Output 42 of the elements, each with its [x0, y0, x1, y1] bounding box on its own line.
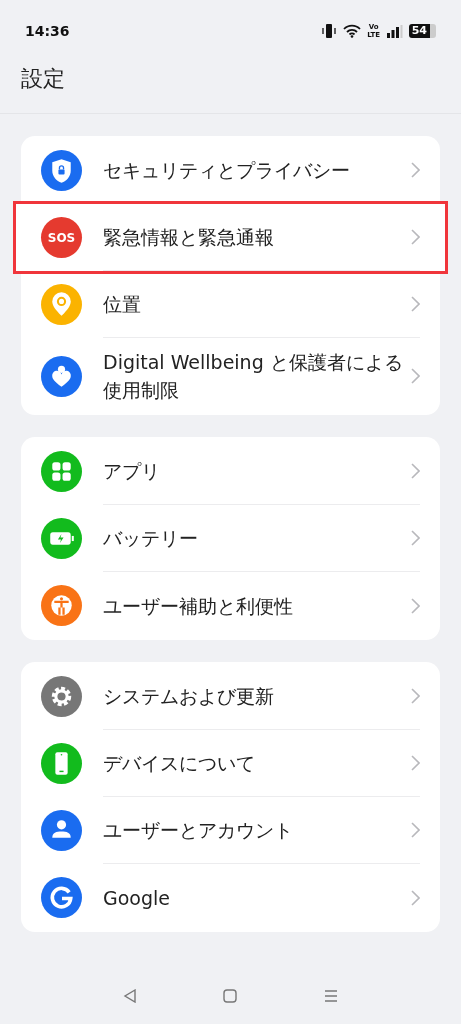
item-label: 位置	[103, 292, 142, 317]
chevron-icon	[411, 755, 420, 771]
item-label: デバイスについて	[103, 751, 256, 776]
settings-item[interactable]: システムおよび更新	[21, 663, 440, 730]
chevron-icon	[411, 368, 420, 384]
settings-item[interactable]: デバイスについて	[21, 730, 440, 797]
chevron-icon	[411, 597, 420, 614]
item-label: ユーザー補助と利便性	[103, 593, 294, 619]
chevron-icon	[411, 889, 420, 906]
chevron-icon	[411, 296, 420, 312]
chevron-icon	[411, 822, 420, 838]
item-label: Google	[103, 885, 171, 911]
item-label: バッテリー	[103, 526, 199, 551]
settings-item[interactable]: Digital Wellbeing と保護者による使用制限	[21, 338, 440, 414]
signal-icon	[386, 24, 403, 38]
item-label: システムおよび更新	[103, 684, 275, 709]
settings-item[interactable]: SOS 緊急情報と緊急通報	[16, 204, 445, 271]
chevron-icon	[411, 530, 420, 546]
status-time: 14:36	[25, 21, 70, 41]
menu-icon[interactable]	[323, 989, 338, 1003]
page-title: 設定	[21, 65, 66, 93]
battery-indicator: 54	[408, 24, 436, 38]
settings-item[interactable]: アプリ	[21, 438, 440, 505]
chevron-icon	[411, 229, 420, 245]
settings-item[interactable]: 位置	[21, 271, 440, 338]
settings-item[interactable]: ユーザー補助と利便性	[21, 572, 440, 639]
settings-item[interactable]: ユーザーとアカウント	[21, 797, 440, 864]
home-icon[interactable]	[223, 989, 238, 1003]
item-label: 緊急情報と緊急通報	[103, 225, 275, 250]
chevron-icon	[411, 463, 420, 479]
settings-item[interactable]: バッテリー	[21, 505, 440, 572]
settings-item[interactable]: Google	[21, 864, 440, 931]
item-label: アプリ	[103, 459, 161, 484]
chevron-icon	[411, 688, 420, 704]
vibrate-icon	[320, 23, 337, 39]
sos-icon: SOS	[41, 217, 82, 258]
wifi-icon	[342, 24, 361, 38]
item-label: セキュリティとプライバシー	[103, 158, 351, 183]
item-label: ユーザーとアカウント	[103, 818, 294, 843]
back-icon[interactable]	[123, 989, 138, 1003]
item-label: Digital Wellbeing と保護者による使用制限	[103, 350, 404, 403]
chevron-icon	[411, 162, 420, 178]
